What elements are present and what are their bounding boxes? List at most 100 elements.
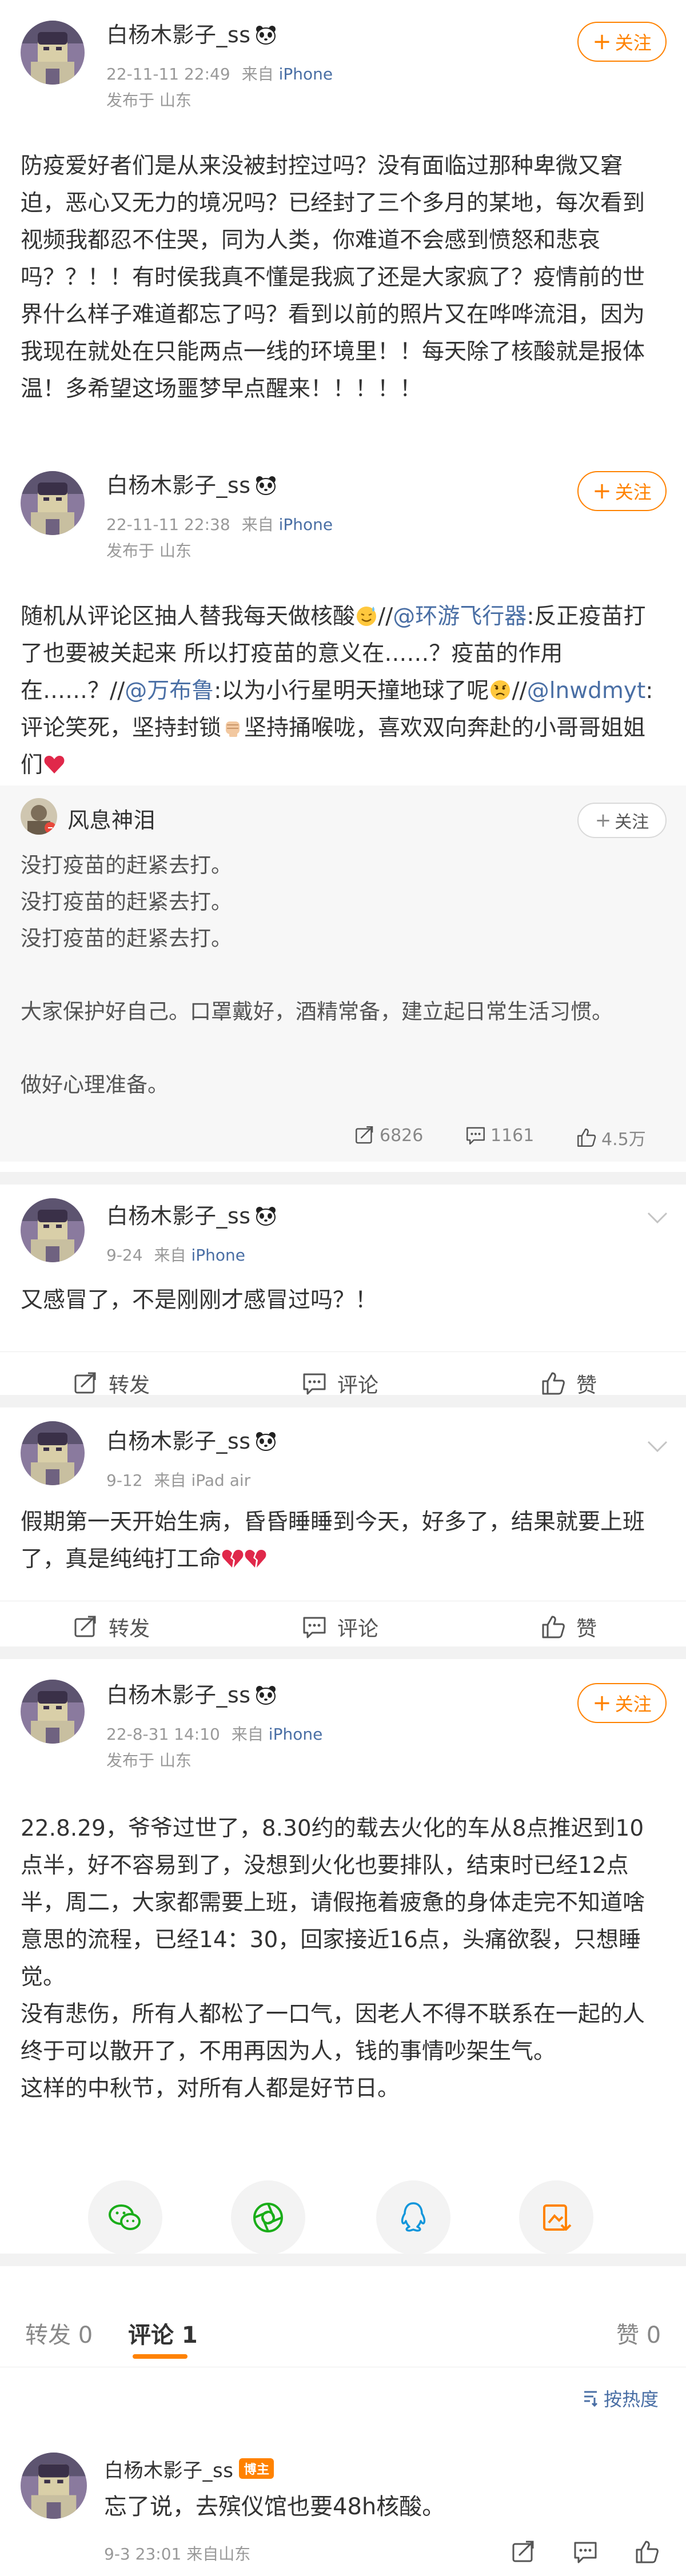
username[interactable]: 白杨木影子_ss xyxy=(106,1423,277,1455)
post-meta: 9-24 来自 iPhone xyxy=(106,1243,245,1266)
share-wechat-button[interactable] xyxy=(88,2180,162,2255)
text-segment: 随机从评论区抽人替我每天做核酸 xyxy=(21,604,356,629)
wechat-icon xyxy=(109,2204,141,2230)
post-text: 防疫爱好者们是从来没被封控过吗？没有面临过那种卑微又窘迫，恶心又无力的境况吗？已… xyxy=(21,153,645,402)
section-divider xyxy=(0,1395,686,1407)
avatar[interactable] xyxy=(21,1421,85,1485)
follow-label: 关注 xyxy=(615,32,652,54)
comment-text: 忘了说，去殡仪馆也要48h核酸。 xyxy=(104,2494,445,2520)
post-location: 发布于 山东 xyxy=(106,91,192,110)
comment-icon[interactable] xyxy=(573,2539,598,2565)
avatar[interactable] xyxy=(21,471,85,535)
comment-count-value: 1161 xyxy=(490,1125,535,1146)
repost-icon[interactable] xyxy=(511,2539,536,2565)
username-text: 白杨木影子_ss xyxy=(106,1429,251,1454)
plus-icon: + xyxy=(592,478,612,504)
share-moments-button[interactable] xyxy=(231,2180,305,2255)
tab-active-indicator xyxy=(133,2354,188,2359)
post-card: 白杨木影子_ss 9-24 来自 iPhone 又感冒了，不是刚刚才感冒过吗？！ … xyxy=(0,1185,686,1423)
comment-username-text: 白杨木影子_ss xyxy=(104,2459,234,2482)
repost-username[interactable]: 风息神泪 xyxy=(67,803,155,834)
repost-card[interactable]: 风息神泪 + 关注 没打疫苗的赶紧去打。 没打疫苗的赶紧去打。 没打疫苗的赶紧去打… xyxy=(0,785,686,1162)
chevron-down-icon[interactable] xyxy=(646,1439,669,1453)
username-text: 白杨木影子_ss xyxy=(106,1203,251,1229)
plus-icon: + xyxy=(592,29,612,55)
fist-emoji-icon xyxy=(226,721,240,737)
like-icon xyxy=(541,1371,566,1396)
follow-label: 关注 xyxy=(615,1693,652,1715)
comment-button[interactable]: 评论 xyxy=(302,1369,378,1398)
avatar[interactable] xyxy=(21,798,57,835)
source-prefix: 来自 xyxy=(154,1471,186,1490)
post-location: 发布于 山东 xyxy=(106,541,192,560)
post-text: 22.8.29，爷爷过世了，8.30约的载去火化的车从8点推迟到10点半，好不容… xyxy=(21,1816,645,2102)
plus-icon: + xyxy=(592,1690,612,1716)
avatar[interactable] xyxy=(21,2453,87,2519)
post-text: 又感冒了，不是刚刚才感冒过吗？！ xyxy=(21,1287,378,1313)
follow-button[interactable]: + 关注 xyxy=(577,1683,667,1723)
repost-count[interactable]: 6826 xyxy=(354,1125,423,1146)
device-link[interactable]: iPhone xyxy=(279,515,333,534)
avatar[interactable] xyxy=(21,1198,85,1262)
post-meta: 22-11-11 22:38 来自 iPhone xyxy=(106,512,333,535)
mention-link[interactable]: @万布鲁 xyxy=(125,678,214,704)
repost-icon xyxy=(73,1371,98,1396)
broken-heart-emoji-icon xyxy=(245,1550,266,1568)
like-button[interactable]: 赞 xyxy=(541,1369,597,1398)
like-button[interactable]: 赞 xyxy=(541,1612,597,1642)
follow-button[interactable]: + 关注 xyxy=(577,471,667,511)
save-image-icon xyxy=(543,2204,572,2231)
post-time: 22-8-31 14:10 xyxy=(106,1725,220,1744)
username[interactable]: 白杨木影子_ss xyxy=(106,1677,277,1709)
panda-icon xyxy=(254,25,277,45)
mention-link[interactable]: @lnwdmyt xyxy=(527,678,646,704)
comment-count[interactable]: 1161 xyxy=(465,1125,534,1146)
panda-icon xyxy=(254,1685,277,1705)
username-text: 白杨木影子_ss xyxy=(106,22,251,47)
tab-reposts[interactable]: 转发 0 xyxy=(25,2316,93,2350)
username-text: 白杨木影子_ss xyxy=(106,1682,251,1708)
sort-by-hot-button[interactable]: 按热度 xyxy=(581,2385,659,2411)
follow-button[interactable]: + 关注 xyxy=(577,803,667,838)
share-qq-button[interactable] xyxy=(376,2180,450,2255)
like-count[interactable]: 4.5万 xyxy=(576,1125,646,1150)
panda-icon xyxy=(254,1431,277,1451)
post-card: 白杨木影子_ss 22-11-11 22:49 来自 iPhone 发布于 山东 … xyxy=(0,0,686,463)
comment-button[interactable]: 评论 xyxy=(302,1612,378,1642)
device-link[interactable]: iPhone xyxy=(191,1246,245,1265)
avatar[interactable] xyxy=(21,1680,85,1744)
chevron-down-icon[interactable] xyxy=(646,1211,669,1225)
qq-icon xyxy=(401,2202,426,2232)
post-meta: 9-12 来自 iPad air xyxy=(106,1468,250,1491)
share-save-button[interactable] xyxy=(519,2180,593,2255)
repost-icon xyxy=(73,1614,98,1640)
post-time: 22-11-11 22:49 xyxy=(106,65,230,83)
device-link[interactable]: iPhone xyxy=(279,65,333,83)
section-divider xyxy=(0,2254,686,2266)
avatar[interactable] xyxy=(21,21,85,85)
comment-username[interactable]: 白杨木影子_ss 博主 xyxy=(104,2455,274,2483)
tab-comments[interactable]: 评论 1 xyxy=(128,2316,198,2350)
panda-icon xyxy=(254,1206,277,1226)
like-count-value: 4.5万 xyxy=(601,1130,646,1150)
username[interactable]: 白杨木影子_ss xyxy=(106,468,277,499)
post-time: 9-24 xyxy=(106,1246,143,1265)
username[interactable]: 白杨木影子_ss xyxy=(106,1198,277,1230)
device-label: iPad air xyxy=(191,1471,251,1490)
heart-emoji-icon xyxy=(44,756,65,773)
follow-button[interactable]: + 关注 xyxy=(577,22,667,62)
like-icon[interactable] xyxy=(635,2539,660,2565)
source-prefix: 来自 xyxy=(241,515,274,534)
tab-likes[interactable]: 赞 0 xyxy=(616,2316,661,2350)
repost-button[interactable]: 转发 xyxy=(73,1369,150,1398)
like-icon xyxy=(541,1614,566,1640)
mention-link[interactable]: @环游飞行器 xyxy=(393,604,527,629)
post-time: 9-12 xyxy=(106,1471,143,1490)
username[interactable]: 白杨木影子_ss xyxy=(106,17,277,49)
like-icon xyxy=(576,1127,597,1148)
post-text: 随机从评论区抽人替我每天做核酸//@环游飞行器:反正疫苗打了也要被关起来 所以打… xyxy=(21,598,665,784)
device-link[interactable]: iPhone xyxy=(269,1725,323,1744)
source-prefix: 来自 xyxy=(241,65,274,83)
comment-item: 白杨木影子_ss 博主 忘了说，去殡仪馆也要48h核酸。 9-3 23:01 来自… xyxy=(0,2441,686,2576)
repost-button[interactable]: 转发 xyxy=(73,1612,150,1642)
